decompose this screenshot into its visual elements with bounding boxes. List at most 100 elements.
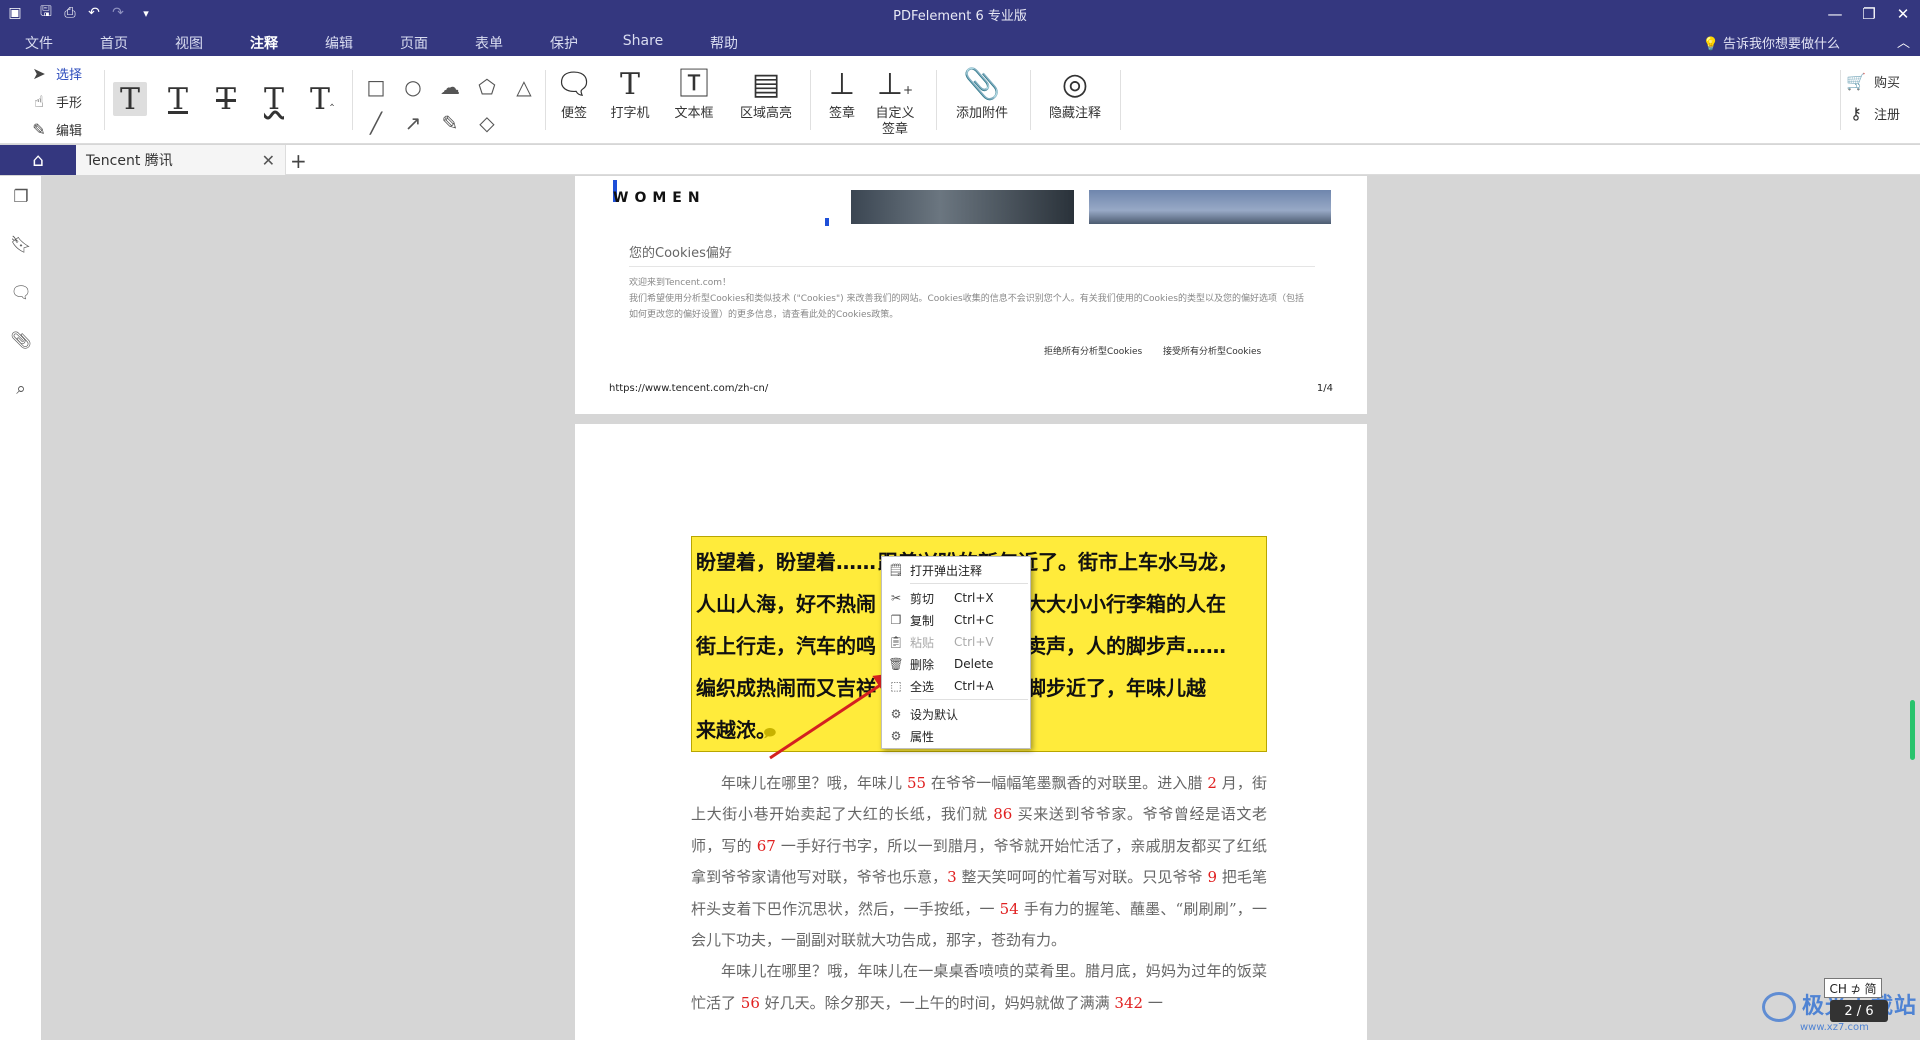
tab-bar: ⌂ Tencent 腾讯 ✕ +: [0, 145, 1920, 175]
red-number: 342: [1114, 993, 1144, 1012]
watermark-logo-icon: [1762, 992, 1796, 1022]
red-number: 54: [999, 899, 1019, 918]
search-icon[interactable]: ⌕: [8, 376, 34, 402]
menu-protect[interactable]: 保护: [529, 33, 599, 53]
red-number: 55: [906, 774, 927, 792]
ellipse-icon[interactable]: ○: [399, 73, 427, 101]
mode-select[interactable]: ➤ 选择: [28, 61, 82, 85]
textbox-button[interactable]: 🅃 文本框: [656, 68, 732, 122]
menu-help[interactable]: 帮助: [689, 33, 759, 53]
menu-page[interactable]: 页面: [379, 33, 449, 53]
menu-share[interactable]: Share: [608, 33, 678, 49]
divider: [1120, 70, 1121, 130]
menu-form[interactable]: 表单: [454, 33, 524, 53]
hand-icon: ☝: [34, 91, 44, 111]
eye-hidden-icon: ◎: [1061, 67, 1089, 102]
edit-icon: ✎: [32, 119, 46, 139]
highlight-text-tool[interactable]: T: [113, 82, 147, 117]
red-number: 3: [947, 868, 957, 887]
menu-comment[interactable]: 注释: [229, 33, 299, 60]
divider: [910, 699, 1028, 700]
collapse-ribbon-icon[interactable]: ︿: [1897, 32, 1910, 51]
arrow-icon[interactable]: ↗: [399, 109, 427, 137]
context-menu: 🗒 打开弹出注释 ✂ 剪切 Ctrl+X ❐ 复制 Ctrl+C 📋︎ 粘贴 Ctrl+V 🗑…: [881, 556, 1031, 749]
cloud-icon[interactable]: ☁: [436, 73, 464, 101]
menu-file[interactable]: 文件: [4, 33, 74, 53]
pdf-page-1: WOMEN 您的Cookies偏好 欢迎来到Tencent.com！ 我们希望使…: [575, 176, 1367, 414]
custom-stamp-button[interactable]: ⊥+ 自定义签章: [858, 68, 932, 138]
gear-icon: ⚙: [890, 707, 902, 721]
paragraph-text: 在爷爷一幅幅笔墨飘香的对联里。进入腊: [926, 774, 1208, 792]
add-attachment-button[interactable]: 📎 添加附件: [944, 68, 1020, 122]
bookmark-icon[interactable]: 🔖︎: [8, 232, 34, 258]
menu-edit[interactable]: 编辑: [304, 33, 374, 53]
mode-edit[interactable]: ✎ 编辑: [28, 117, 82, 141]
insert-text-tool[interactable]: T ‸: [305, 82, 339, 117]
menu-item-open-popup[interactable]: 🗒 打开弹出注释: [882, 559, 1030, 581]
red-number: 2: [1207, 774, 1217, 792]
register-button[interactable]: ⚷ 注册: [1846, 104, 1900, 123]
squiggly-text-tool[interactable]: T: [257, 82, 291, 117]
page-photo: [1089, 190, 1331, 224]
hide-annotations-button[interactable]: ◎ 隐藏注释: [1036, 68, 1114, 122]
line-icon[interactable]: ╱: [362, 109, 390, 137]
menu-item-set-default[interactable]: ⚙ 设为默认: [882, 703, 1030, 725]
polygon-icon[interactable]: ⬠: [473, 73, 501, 101]
menu-item-select-all[interactable]: ⬚ 全选 Ctrl+A: [882, 675, 1030, 697]
red-number: 67: [756, 836, 776, 855]
minimize-button[interactable]: —: [1818, 0, 1852, 27]
select-all-icon: ⬚: [890, 679, 902, 693]
paragraph-text: 年味儿在哪里？哦，年味儿: [721, 774, 907, 792]
add-tab-icon[interactable]: +: [290, 149, 307, 173]
divider: [936, 70, 937, 130]
underline-text-tool[interactable]: T: [161, 82, 195, 117]
menu-item-delete[interactable]: 🗑︎ 删除 Delete: [882, 653, 1030, 675]
polyline-icon[interactable]: △: [510, 73, 538, 101]
document-tab[interactable]: Tencent 腾讯 ✕: [76, 145, 286, 175]
menu-item-paste[interactable]: 📋︎ 粘贴 Ctrl+V: [882, 631, 1030, 653]
area-highlight-button[interactable]: ▤ 区域高亮: [728, 68, 804, 122]
buy-button[interactable]: 🛒 购买: [1846, 72, 1900, 91]
note-icon: 🗒: [888, 563, 904, 577]
paragraph: 年味儿在哪里？哦，年味儿 55 在爷爷一幅幅笔墨飘香的对联里。进入腊 2 月，街…: [691, 768, 1267, 956]
pencil-icon[interactable]: ✎: [436, 109, 464, 137]
close-tab-icon[interactable]: ✕: [262, 151, 275, 170]
close-window-button[interactable]: ✕: [1886, 0, 1920, 27]
page-number: 1/4: [1316, 383, 1333, 394]
maximize-button[interactable]: ❐: [1852, 0, 1886, 27]
accept-cookies-link: 接受所有分析型Cookies: [1163, 347, 1262, 357]
tell-me-search[interactable]: 💡 告诉我你想要做什么: [1703, 33, 1840, 52]
brand-women: WOMEN: [613, 190, 706, 206]
page-indicator: 2 / 6: [1830, 1000, 1888, 1022]
document-tab-label: Tencent 腾讯: [86, 153, 173, 169]
menu-item-cut[interactable]: ✂ 剪切 Ctrl+X: [882, 587, 1030, 609]
eraser-icon[interactable]: ◇: [473, 109, 501, 137]
thumbnails-icon[interactable]: ❐: [8, 184, 34, 210]
watermark-url: www.xz7.com: [1800, 1022, 1869, 1033]
cookie-text: 欢迎来到Tencent.com！ 我们希望使用分析型Cookies和类似技术 (…: [629, 278, 1304, 320]
divider: [1840, 70, 1841, 130]
cookie-title: 您的Cookies偏好: [629, 246, 732, 261]
divider: [629, 266, 1315, 267]
menu-item-properties[interactable]: ⚙ 属性: [882, 725, 1030, 747]
red-number: 9: [1207, 868, 1218, 887]
home-tab[interactable]: ⌂: [0, 145, 76, 175]
paste-icon: 📋︎: [888, 635, 904, 649]
strikethrough-text-tool[interactable]: T: [209, 82, 243, 117]
menu-item-copy[interactable]: ❐ 复制 Ctrl+C: [882, 609, 1030, 631]
rectangle-icon[interactable]: □: [362, 73, 390, 101]
lightbulb-icon: 💡: [1702, 37, 1719, 52]
divider: [104, 70, 105, 130]
body-text: 年味儿在哪里？哦，年味儿 55 在爷爷一幅幅笔墨飘香的对联里。进入腊 2 月，街…: [691, 768, 1267, 1019]
brand-accent: [825, 218, 829, 226]
paragraph-text: 整天笑呵呵的忙着写对联。只见爷爷: [956, 868, 1208, 887]
mode-hand[interactable]: ☝ 手形: [28, 89, 82, 113]
attachments-icon[interactable]: 📎︎: [8, 328, 34, 354]
area-highlight-icon: ▤: [751, 67, 781, 102]
menu-home[interactable]: 首页: [79, 33, 149, 53]
menu-view[interactable]: 视图: [154, 33, 224, 53]
paperclip-icon: 📎: [963, 67, 1001, 102]
comments-icon[interactable]: 🗨: [8, 280, 34, 306]
page-photo: [851, 190, 1074, 224]
ime-indicator[interactable]: CH ⊅ 简: [1824, 978, 1882, 998]
